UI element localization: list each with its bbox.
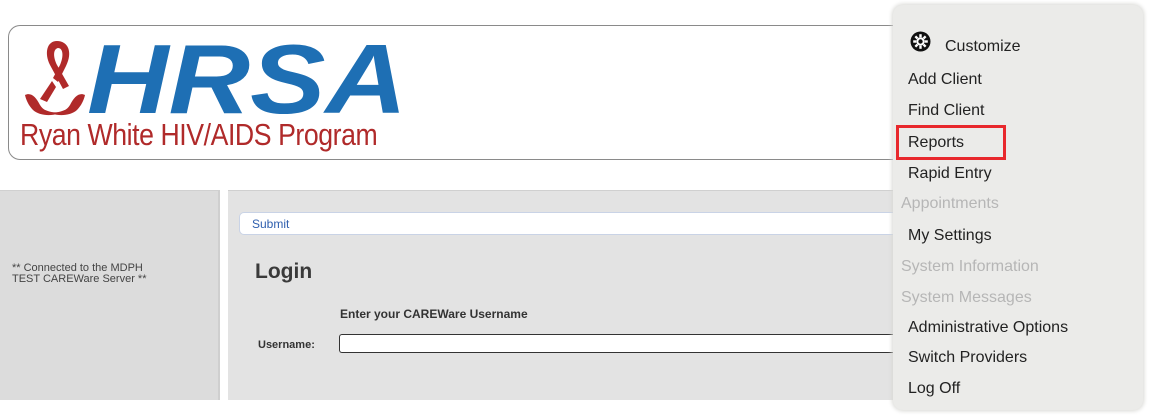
menu-item-reports[interactable]: Reports (908, 134, 964, 152)
side-menu: Customize Add Client Find Client Reports… (893, 5, 1143, 410)
ribbon-hands-icon (25, 41, 85, 116)
header-banner: HRSA Ryan White HIV/AIDS Program (8, 25, 908, 160)
gear-icon[interactable] (910, 31, 931, 52)
action-bar: Submit (239, 212, 919, 235)
submit-button[interactable]: Submit (252, 217, 289, 231)
username-input[interactable] (339, 334, 919, 353)
server-connection-note: ** Connected to the MDPH TEST CAREWare S… (12, 262, 147, 285)
menu-item-system-messages: System Messages (901, 289, 1032, 306)
username-label: Username: (258, 339, 315, 351)
menu-item-rapid-entry[interactable]: Rapid Entry (908, 165, 992, 183)
username-prompt: Enter your CAREWare Username (340, 307, 528, 321)
page-title: Login (255, 260, 313, 283)
menu-item-customize[interactable]: Customize (945, 38, 1021, 56)
menu-item-administrative-options[interactable]: Administrative Options (908, 319, 1068, 337)
left-panel: ** Connected to the MDPH TEST CAREWare S… (0, 190, 220, 400)
menu-item-my-settings[interactable]: My Settings (908, 227, 992, 245)
program-name: Ryan White HIV/AIDS Program (20, 117, 378, 152)
hrsa-logo: HRSA (25, 37, 407, 119)
menu-item-add-client[interactable]: Add Client (908, 71, 982, 89)
menu-item-find-client[interactable]: Find Client (908, 102, 984, 120)
login-panel: Submit Login Enter your CAREWare Usernam… (228, 190, 919, 400)
page: HRSA Ryan White HIV/AIDS Program ** Conn… (0, 0, 1159, 415)
menu-item-appointments: Appointments (901, 195, 999, 212)
menu-item-log-off[interactable]: Log Off (908, 380, 960, 398)
menu-item-switch-providers[interactable]: Switch Providers (908, 349, 1027, 367)
logo-text: HRSA (87, 37, 407, 119)
menu-item-system-information: System Information (901, 258, 1039, 275)
